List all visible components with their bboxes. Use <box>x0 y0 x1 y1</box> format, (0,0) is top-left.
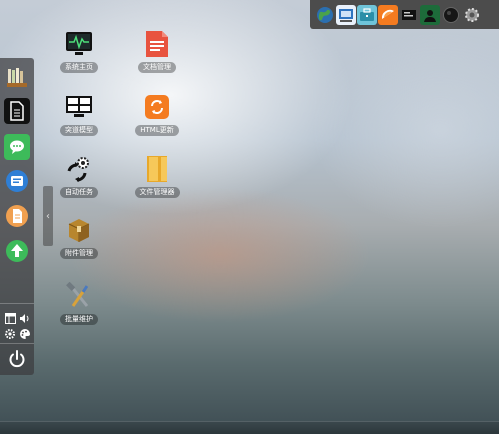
orange-slice-icon[interactable] <box>378 4 398 25</box>
dock-divider <box>0 343 34 344</box>
desktop-icon-batch-maintenance[interactable]: 批量维护 <box>51 282 107 325</box>
desktop-icon-label: 文件管理器 <box>134 187 180 198</box>
left-dock <box>0 58 34 375</box>
desktop-icon-label: 系统主页 <box>60 62 98 73</box>
chat-icon[interactable] <box>4 134 30 160</box>
notes-icon[interactable] <box>4 98 30 124</box>
desktop-icon-attachments[interactable]: 附件管理 <box>51 216 107 259</box>
desktop-icon-label: 批量维护 <box>60 314 98 325</box>
desktop-icon-html-update[interactable]: HTML更新 <box>129 93 185 136</box>
volume-icon[interactable] <box>19 312 31 324</box>
windows-ie-icon[interactable] <box>336 4 356 25</box>
dark-panel-icon[interactable] <box>399 5 419 25</box>
dock-divider <box>0 303 34 304</box>
desktop-icon-label: 附件管理 <box>60 248 98 259</box>
gear-icon[interactable] <box>462 5 482 25</box>
desktop-icon-label: 文档管理 <box>138 62 176 73</box>
gear-refresh-icon <box>65 155 93 183</box>
desktop-icon-system-home[interactable]: 系统主页 <box>51 30 107 73</box>
document-orange-icon[interactable] <box>4 203 30 229</box>
library-icon[interactable] <box>4 64 30 90</box>
top-taskbar <box>310 0 499 29</box>
bottom-edge <box>0 421 499 434</box>
folder-icon <box>143 155 171 183</box>
desktop-icon-auto-tasks[interactable]: 自动任务 <box>51 155 107 198</box>
globe-icon[interactable] <box>315 5 335 25</box>
package-icon <box>65 216 93 244</box>
list-card-icon[interactable] <box>4 168 30 194</box>
power-icon[interactable] <box>4 346 30 372</box>
desktop-icon-document-management[interactable]: 文档管理 <box>129 30 185 73</box>
upload-arrow-icon[interactable] <box>4 238 30 264</box>
dark-orb-icon[interactable] <box>441 5 461 25</box>
desktop-icon-label: HTML更新 <box>135 125 179 136</box>
pulse-monitor-icon <box>65 30 93 58</box>
desktop-icon-file-manager[interactable]: 文件管理器 <box>129 155 185 198</box>
grid-monitor-icon <box>65 93 93 121</box>
chevron-left-icon: ‹ <box>46 210 50 222</box>
refresh-icon <box>143 93 171 121</box>
palette-icon[interactable] <box>19 328 31 340</box>
tools-icon <box>65 282 93 310</box>
window-icon[interactable] <box>4 312 16 324</box>
desktop-icon-label: 自动任务 <box>60 187 98 198</box>
desktop-icon-model[interactable]: 突道模型 <box>51 93 107 136</box>
document-icon <box>143 30 171 58</box>
gear-icon[interactable] <box>4 328 16 340</box>
user-icon[interactable] <box>420 4 440 25</box>
desktop-icon-label: 突道模型 <box>60 125 98 136</box>
briefcase-icon[interactable] <box>357 4 377 25</box>
